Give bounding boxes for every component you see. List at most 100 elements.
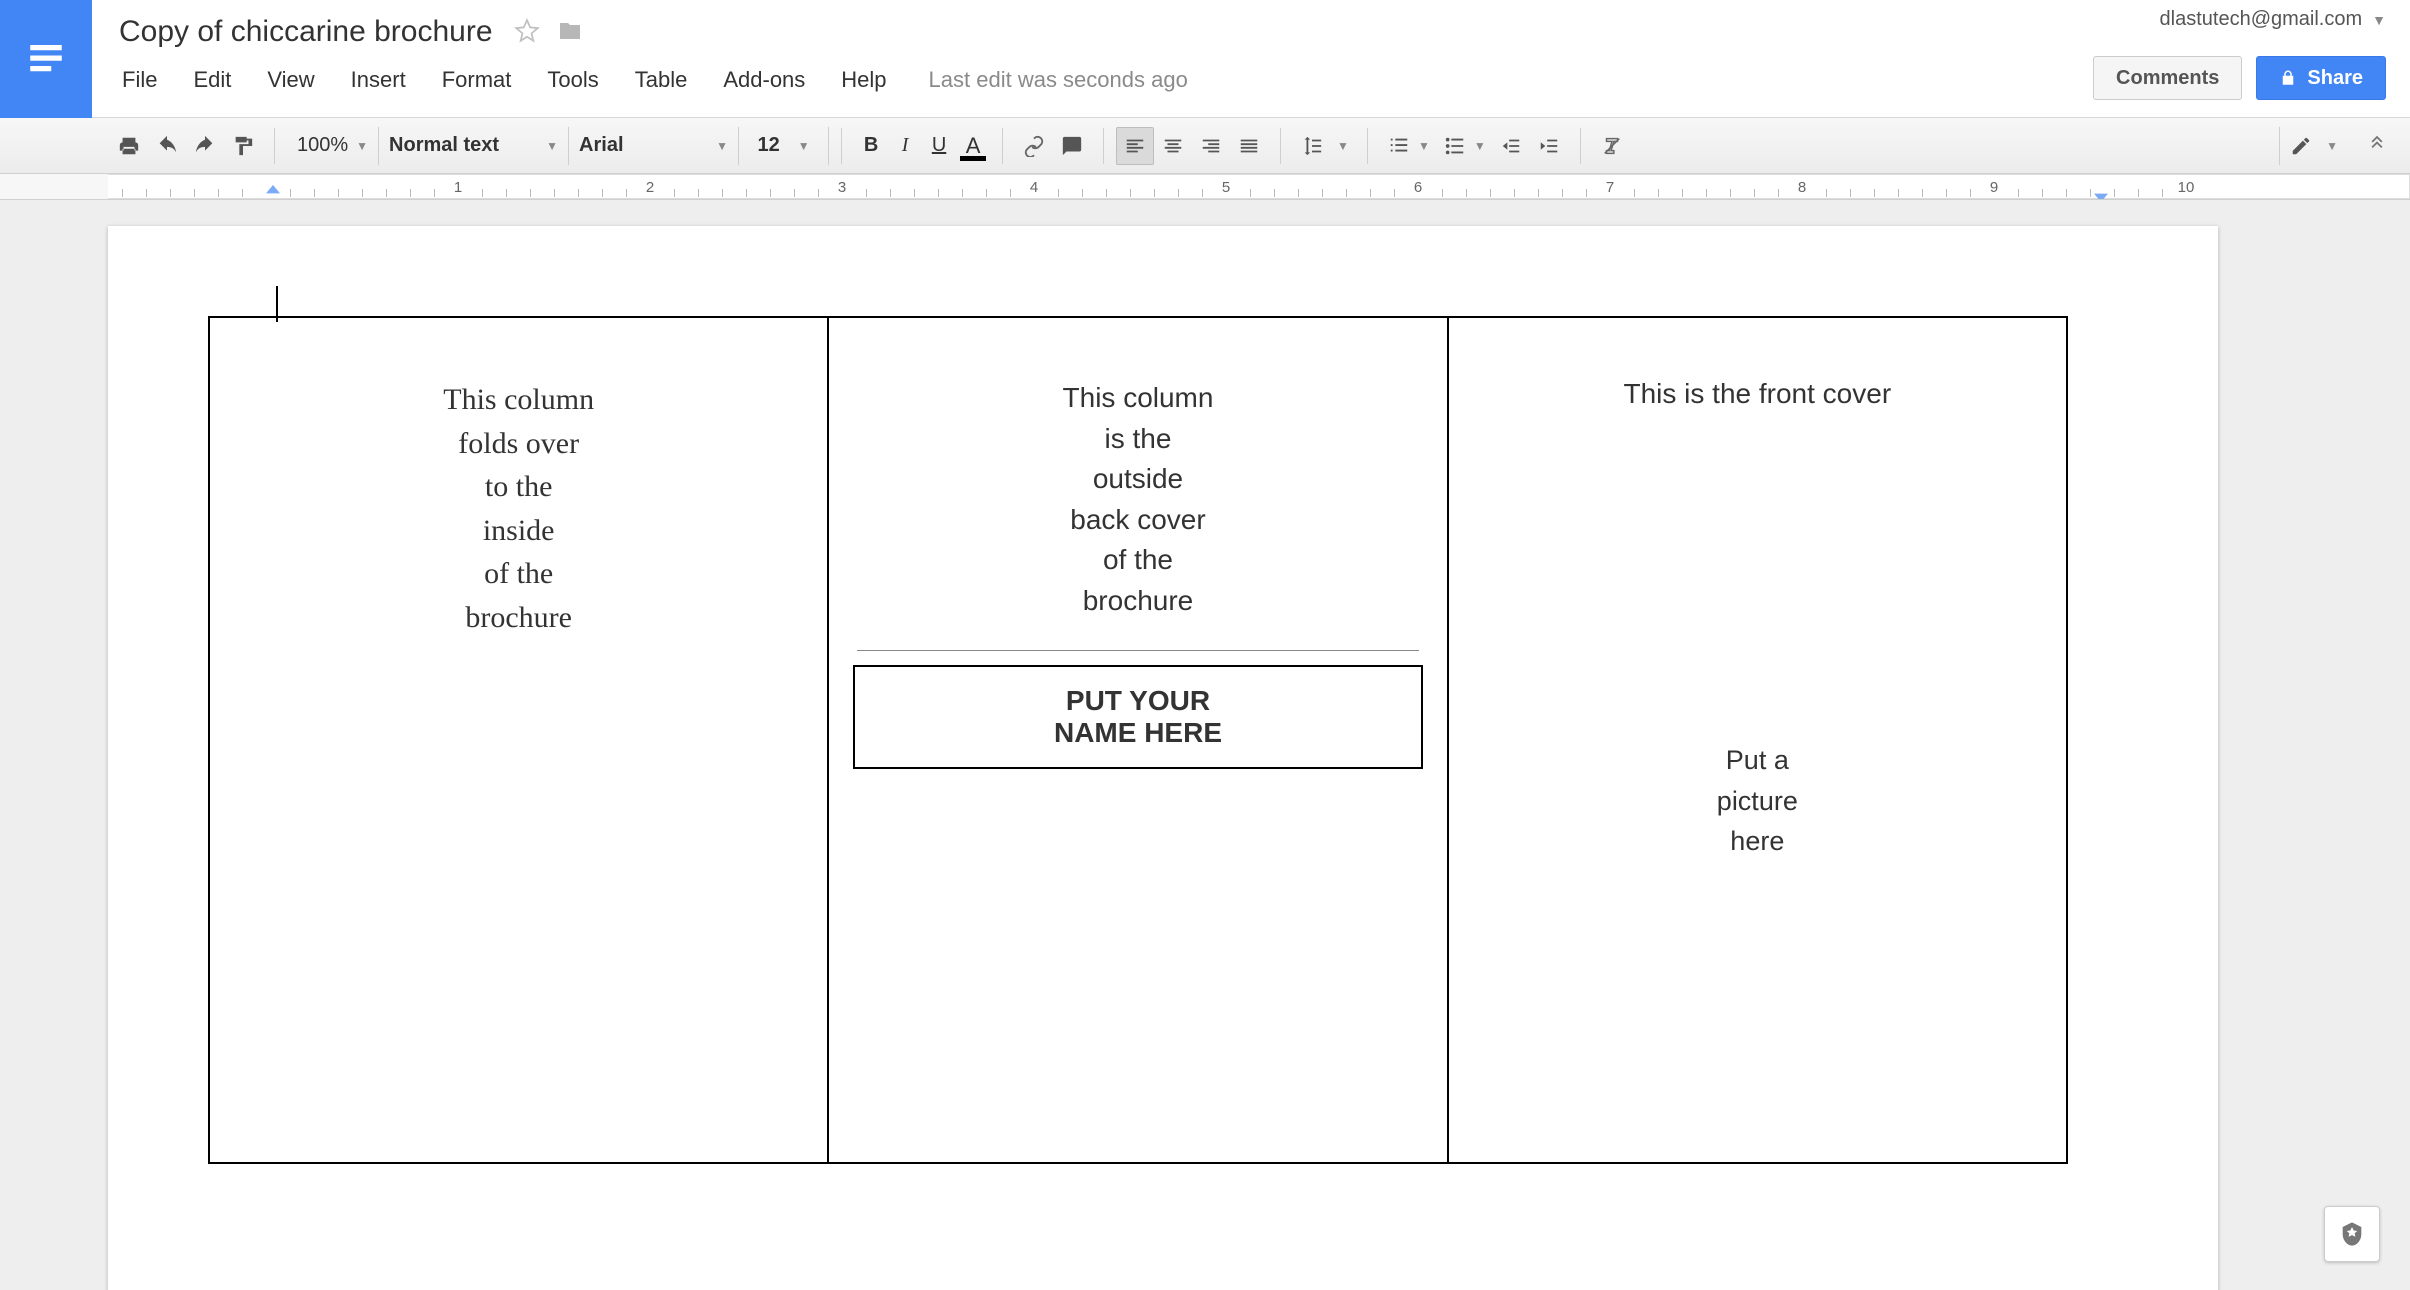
ruler-tick [290,189,291,197]
collapse-toolbar-button[interactable] [2358,133,2396,158]
ruler-tick [1970,189,1971,197]
align-center-button[interactable] [1154,127,1192,165]
ruler-tick [1178,189,1179,197]
italic-button[interactable]: I [888,134,922,157]
font-size-dropdown[interactable]: 12 ▼ [739,127,829,165]
align-left-button[interactable] [1116,127,1154,165]
brochure-col-2[interactable]: This column is the outside back cover of… [828,317,1447,1163]
col2-line: of the [847,540,1428,581]
menu-addons[interactable]: Add-ons [719,65,809,95]
toolbar-separator [1002,128,1003,164]
insert-comment-button[interactable] [1053,127,1091,165]
style-dropdown[interactable]: Normal text ▼ [379,127,569,165]
right-indent-marker[interactable] [2094,185,2108,200]
ruler-tick [1514,189,1515,197]
ruler-track: 12345678910 [108,174,2410,199]
menu-insert[interactable]: Insert [347,65,410,95]
caret-down-icon: ▼ [716,139,728,153]
ruler-tick [1106,189,1107,197]
caret-down-icon: ▼ [546,139,558,153]
ruler-tick [1346,189,1347,197]
ruler-tick [482,189,483,197]
name-placeholder-box[interactable]: PUT YOUR NAME HERE [853,665,1422,769]
name-box-line: NAME HERE [865,717,1410,749]
col2-line: back cover [847,500,1428,541]
brochure-col-3[interactable]: This is the front cover Put a picture he… [1448,317,2067,1163]
divider [857,650,1418,651]
share-button-label: Share [2307,67,2363,90]
align-justify-button[interactable] [1230,127,1268,165]
font-value: Arial [579,134,623,157]
move-to-folder-icon[interactable] [556,19,584,46]
docs-home-button[interactable] [0,0,92,118]
account-email-label: dlastutech@gmail.com [2160,8,2363,31]
text-color-button[interactable]: A [956,129,990,163]
clear-formatting-button[interactable] [1593,127,1631,165]
name-box-line: PUT YOUR [865,685,1410,717]
picture-placeholder-text: Put a picture here [1467,740,2048,862]
front-cover-title: This is the front cover [1467,378,2048,410]
font-dropdown[interactable]: Arial ▼ [569,127,739,165]
ruler-tick [818,189,819,197]
ruler-tick [1130,189,1131,197]
zoom-dropdown[interactable]: 100% ▼ [287,127,379,165]
left-indent-marker[interactable] [266,185,280,200]
brochure-table[interactable]: This column folds over to the inside of … [208,316,2068,1164]
account-menu-button[interactable]: dlastutech@gmail.com ▼ [2160,8,2386,31]
toolbar-group-spacing: ▼ [1293,118,1355,173]
ruler-tick [722,189,723,197]
redo-button[interactable] [186,127,224,165]
ruler-tick [578,189,579,197]
share-button[interactable]: Share [2256,56,2386,100]
document-page[interactable]: This column folds over to the inside of … [108,226,2218,1290]
numbered-list-button[interactable] [1380,127,1418,165]
toolbar-separator [1280,128,1281,164]
ruler-tick [914,189,915,197]
ruler-tick [890,189,891,197]
explore-button[interactable] [2324,1206,2380,1262]
bold-button[interactable]: B [854,134,888,157]
ruler-number: 4 [1030,179,1038,196]
ruler-tick [986,189,987,197]
menu-view[interactable]: View [263,65,318,95]
ruler-tick [386,189,387,197]
paint-format-button[interactable] [224,127,262,165]
comments-button[interactable]: Comments [2093,56,2242,100]
ruler-tick [2066,189,2067,197]
undo-button[interactable] [148,127,186,165]
line-spacing-button[interactable] [1293,127,1331,165]
comments-button-label: Comments [2116,67,2219,90]
toolbar-separator [1367,128,1368,164]
horizontal-ruler[interactable]: 12345678910 [0,174,2410,200]
ruler-tick [1730,189,1731,197]
caret-down-icon: ▼ [1418,139,1430,153]
menu-edit[interactable]: Edit [189,65,235,95]
star-icon[interactable] [514,18,540,47]
ruler-tick [1898,189,1899,197]
menu-file[interactable]: File [118,65,161,95]
align-right-button[interactable] [1192,127,1230,165]
print-button[interactable] [110,127,148,165]
editing-mode-dropdown[interactable]: ▼ [2279,127,2348,165]
ruler-tick [314,189,315,197]
insert-link-button[interactable] [1015,127,1053,165]
menu-format[interactable]: Format [438,65,516,95]
underline-button[interactable]: U [922,134,956,157]
increase-indent-button[interactable] [1530,127,1568,165]
menu-table[interactable]: Table [631,65,692,95]
decrease-indent-button[interactable] [1492,127,1530,165]
ruler-tick [1850,189,1851,197]
document-scroll-area[interactable]: This column folds over to the inside of … [0,200,2410,1290]
menu-help[interactable]: Help [837,65,890,95]
menu-tools[interactable]: Tools [543,65,602,95]
text-cursor [276,286,278,322]
ruler-tick [1682,189,1683,197]
toolbar-group-text: B I U A [854,118,990,173]
zoom-value: 100% [297,134,348,157]
brochure-col-1[interactable]: This column folds over to the inside of … [209,317,828,1163]
document-title-input[interactable]: Copy of chiccarine brochure [114,12,498,52]
bulleted-list-button[interactable] [1436,127,1474,165]
ruler-tick [1706,189,1707,197]
col2-line: This column [847,378,1428,419]
pic-line: here [1467,821,2048,862]
